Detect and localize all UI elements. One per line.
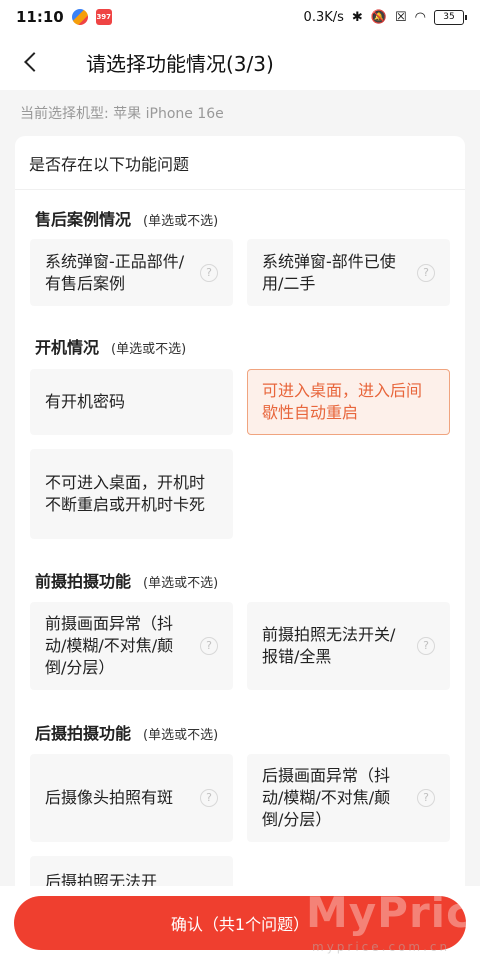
option-rear-image-abnormal[interactable]: 后摄画面异常（抖动/模糊/不对焦/颠倒/分层） ? [247,754,450,842]
section-hint: (单选或不选) [143,214,219,229]
option-label: 前摄拍照无法开关/报错/全黑 [262,625,396,666]
section-boot-header: 开机情况 (单选或不选) [35,334,186,358]
section-hint: (单选或不选) [143,576,219,591]
help-icon[interactable]: ? [417,637,435,655]
option-popup-used[interactable]: 系统弹窗-部件已使用/二手 ? [247,239,450,306]
option-label: 系统弹窗-正品部件/有售后案例 [45,251,185,293]
option-boot-restart-selected[interactable]: 可进入桌面，进入后间歇性自动重启 [247,369,450,435]
battery-icon: 35 [434,9,467,25]
option-popup-genuine[interactable]: 系统弹窗-正品部件/有售后案例 ? [30,239,233,306]
card-title: 是否存在以下功能问题 [15,136,465,190]
option-front-cannot-open[interactable]: 前摄拍照无法开关/报错/全黑 ? [247,602,450,690]
sim-icon: ☒ [395,9,407,25]
status-time: 11:10 [16,8,64,26]
option-label: 系统弹窗-部件已使用/二手 [262,251,396,293]
section-aftersales-header: 售后案例情况 (单选或不选) [35,206,218,230]
option-front-image-abnormal[interactable]: 前摄画面异常（抖动/模糊/不对焦/颠倒/分层） ? [30,602,233,690]
option-boot-password[interactable]: 有开机密码 [30,369,233,435]
back-button[interactable] [0,34,60,90]
option-rear-spots[interactable]: 后摄像头拍照有斑 ? [30,754,233,842]
confirm-button[interactable]: 确认（共1个问题） [14,896,466,950]
model-line: 当前选择机型: 苹果 iPhone 16e [20,106,224,122]
wifi-icon: ◠ [414,9,426,25]
section-hint: (单选或不选) [111,342,187,357]
app-notification-icon [71,9,88,25]
network-speed: 0.3K/s [303,9,344,25]
section-title: 前摄拍摄功能 [35,572,132,591]
section-title: 开机情况 [35,338,100,357]
app-badge-icon: 397 [95,9,112,25]
option-boot-stuck[interactable]: 不可进入桌面，开机时不断重启或开机时卡死 [30,449,233,539]
bluetooth-icon: ✱ [351,9,363,25]
option-label: 后摄像头拍照有斑 [45,788,174,807]
help-icon[interactable]: ? [417,789,435,807]
option-label: 前摄画面异常（抖动/模糊/不对焦/颠倒/分层） [45,614,174,677]
bottom-bar: 确认（共1个问题） [0,886,480,960]
option-label: 可进入桌面，进入后间歇性自动重启 [262,381,423,422]
section-hint: (单选或不选) [143,728,219,743]
section-rear-camera-header: 后摄拍摄功能 (单选或不选) [35,720,218,744]
function-card: 是否存在以下功能问题 售后案例情况 (单选或不选) 系统弹窗-正品部件/有售后案… [15,136,465,896]
section-title: 后摄拍摄功能 [35,724,132,743]
status-right: 0.3K/s ✱ 🔕 ☒ ◠ 35 [303,9,467,25]
section-front-camera-header: 前摄拍摄功能 (单选或不选) [35,568,218,592]
help-icon[interactable]: ? [200,637,218,655]
page-title: 请选择功能情况(3/3) [86,51,274,76]
option-label: 有开机密码 [45,392,126,411]
mute-icon: 🔕 [370,9,387,25]
status-bar: 11:10 397 0.3K/s ✱ 🔕 ☒ ◠ 35 [0,0,480,34]
status-left: 11:10 397 [16,8,112,26]
help-icon[interactable]: ? [417,263,435,282]
help-icon[interactable]: ? [200,263,218,282]
option-label: 不可进入桌面，开机时不断重启或开机时卡死 [45,473,206,514]
section-title: 售后案例情况 [35,210,132,229]
chevron-left-icon [24,52,44,72]
help-icon[interactable]: ? [200,789,218,807]
option-label: 后摄画面异常（抖动/模糊/不对焦/颠倒/分层） [262,766,391,829]
header: 请选择功能情况(3/3) [0,34,480,90]
